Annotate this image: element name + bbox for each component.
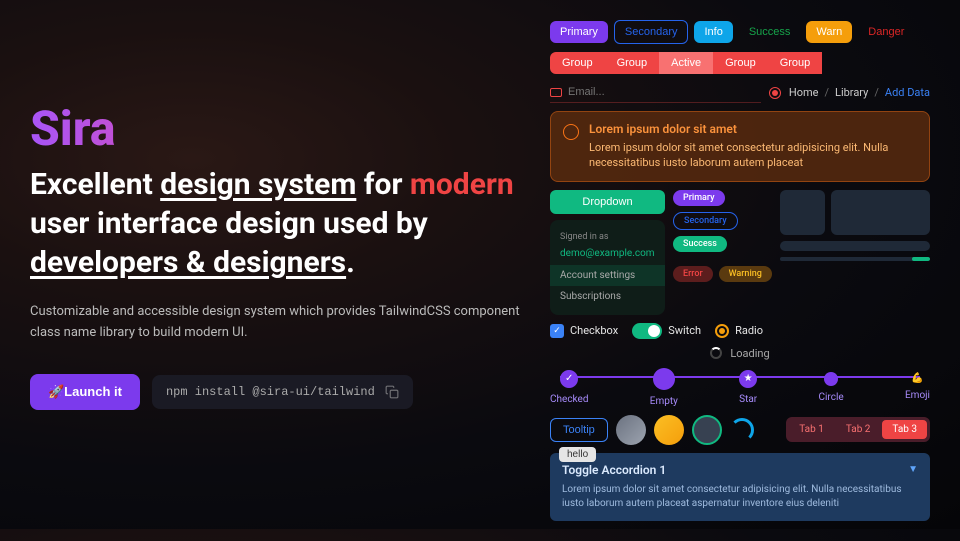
stepper: ✓ Checked Empty ★ Star Circle 💪 Emoji [550,368,930,407]
tabs: Tab 1 Tab 2 Tab 3 [786,417,930,442]
spinner-icon [710,347,722,359]
tooltip-button[interactable]: Tooltip hello [550,418,608,442]
step-label: Star [739,394,757,405]
dropdown-account[interactable]: Account settings [550,265,665,286]
step-circle-icon[interactable] [824,372,838,386]
smile-icon [563,124,579,140]
step-empty-icon[interactable] [653,368,675,390]
accordion[interactable]: Toggle Accordion 1 ▼ Lorem ipsum dolor s… [550,453,930,521]
button-group: Group Group Active Group Group [550,52,930,74]
radio-label: Radio [735,324,763,337]
dropdown-email: demo@example.com [550,246,665,265]
headline-design-system: design system [160,167,356,202]
spinner-icon [730,418,754,442]
success-button[interactable]: Success [739,21,801,43]
accordion-title: Toggle Accordion 1 [562,463,666,477]
switch-label: Switch [668,324,701,337]
radio[interactable] [715,324,729,338]
step-label: Emoji [905,390,930,401]
chevron-down-icon[interactable]: ▼ [908,464,918,475]
email-input[interactable] [550,82,761,103]
group-button[interactable]: Group [550,52,605,74]
badge-success: Success [673,236,727,252]
headline-text: for [356,167,410,202]
breadcrumb-add[interactable]: Add Data [885,86,930,99]
form-controls: ✓ Checkbox Switch Radio [550,323,930,339]
mail-icon [550,88,562,97]
alert-body: Lorem ipsum dolor sit amet consectetur a… [589,140,917,171]
breadcrumb-sep: / [874,86,879,99]
headline-devs-designers: developers & designers [30,245,346,280]
copy-icon[interactable] [385,385,399,399]
dropdown-menu: Signed in as demo@example.com Account se… [550,220,665,315]
email-field[interactable] [568,86,761,98]
step-label: Circle [818,392,843,403]
step-checked-icon[interactable]: ✓ [560,370,578,388]
accordion-body: Lorem ipsum dolor sit amet consectetur a… [562,483,918,511]
skeleton-square [780,190,825,235]
tab-2[interactable]: Tab 2 [836,420,881,439]
install-command[interactable]: npm install @sira-ui/tailwind [152,375,413,409]
group-button-active[interactable]: Active [659,52,713,74]
headline-text: user interface design used by [30,206,428,241]
breadcrumb-library[interactable]: Library [835,86,868,99]
group-button[interactable]: Group [768,52,823,74]
info-button[interactable]: Info [694,21,732,43]
avatar-ring[interactable] [692,415,722,445]
skeleton-rect [831,190,930,235]
group-button[interactable]: Group [605,52,660,74]
install-text: npm install @sira-ui/tailwind [166,385,375,399]
badge-error: Error [673,266,713,282]
breadcrumb-sep: / [824,86,829,99]
dropdown-signed-in: Signed in as [550,228,665,246]
record-icon[interactable] [769,87,781,99]
headline-text: Excellent [30,167,160,202]
breadcrumb: Home / Library / Add Data [789,86,930,99]
loading-text: Loading [730,347,769,360]
tab-1[interactable]: Tab 1 [789,420,834,439]
launch-button[interactable]: 🚀Launch it [30,374,140,410]
headline-text: . [346,245,355,280]
tooltip-popup: hello [559,447,596,462]
brand-title: Sira [30,100,520,157]
checkbox-label: Checkbox [570,324,618,337]
avatar[interactable] [616,415,646,445]
step-star-icon[interactable]: ★ [739,370,757,388]
progress-bar [780,257,930,261]
step-emoji-icon[interactable]: 💪 [911,373,923,384]
switch[interactable] [632,323,662,339]
badge-warning: Warning [719,266,772,282]
step-label: Checked [550,394,588,405]
skeleton-line [780,241,930,251]
step-label: Empty [650,396,678,407]
tooltip-label: Tooltip [563,424,595,436]
group-button[interactable]: Group [713,52,768,74]
badge-secondary: Secondary [673,212,738,230]
alert-title: Lorem ipsum dolor sit amet [589,122,917,136]
tab-3[interactable]: Tab 3 [882,420,927,439]
alert: Lorem ipsum dolor sit amet Lorem ipsum d… [550,111,930,182]
loading-indicator: Loading [550,347,930,360]
subheading: Customizable and accessible design syste… [30,302,520,344]
secondary-button[interactable]: Secondary [614,20,689,44]
avatar[interactable] [654,415,684,445]
headline: Excellent design system for modern user … [30,165,520,282]
danger-button[interactable]: Danger [858,21,914,43]
primary-button[interactable]: Primary [550,21,608,43]
headline-modern: modern [410,167,514,202]
warn-button[interactable]: Warn [806,21,852,43]
breadcrumb-home[interactable]: Home [789,86,819,99]
dropdown-button[interactable]: Dropdown [550,190,665,214]
dropdown-subs[interactable]: Subscriptions [550,286,665,307]
button-row: Primary Secondary Info Success Warn Dang… [550,20,930,44]
badge-primary: Primary [673,190,725,206]
checkbox[interactable]: ✓ [550,324,564,338]
